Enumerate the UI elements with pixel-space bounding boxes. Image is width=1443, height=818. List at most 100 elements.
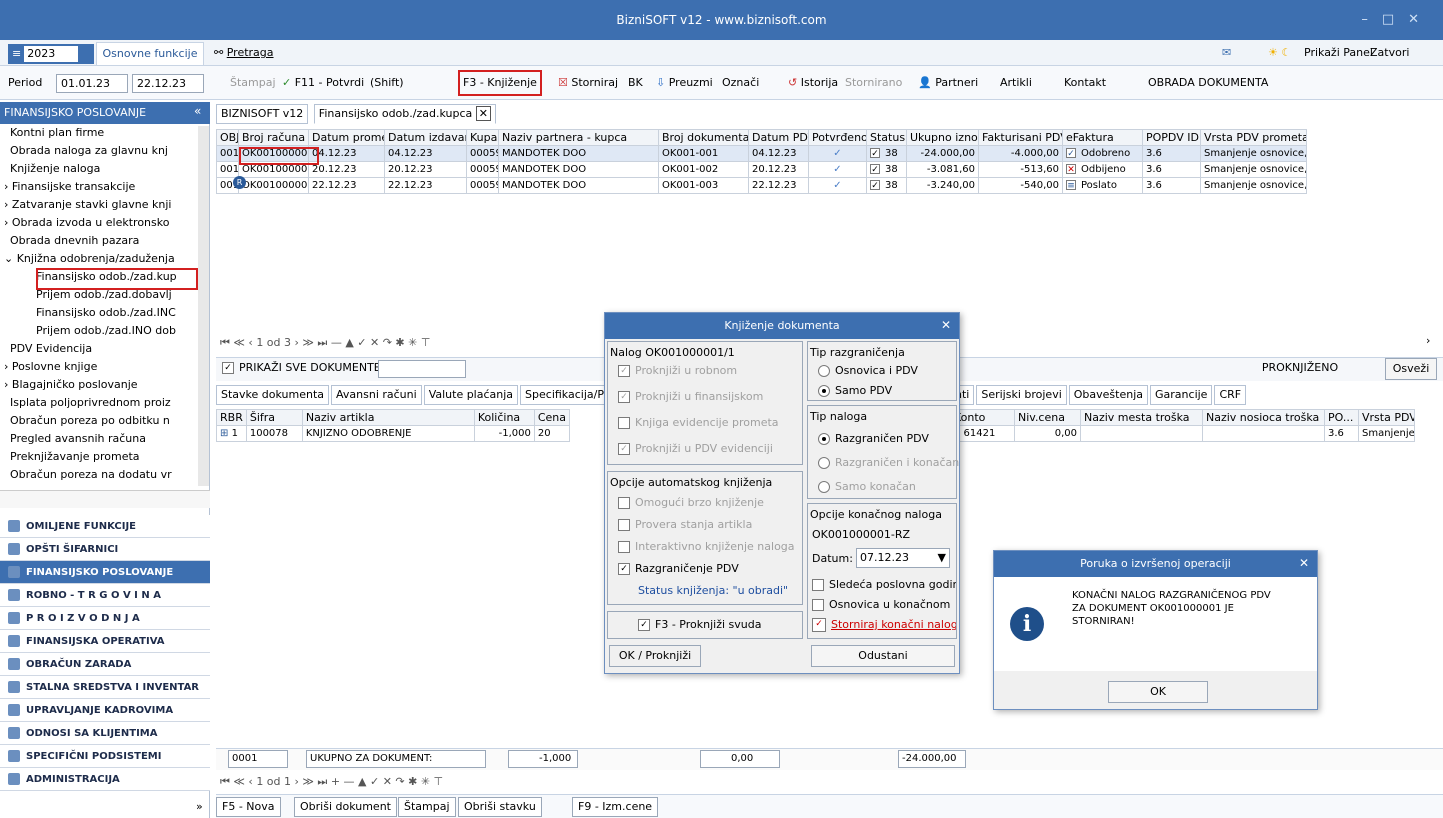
scroll-right-icon[interactable]: › — [1426, 334, 1430, 347]
post-pdv-checkbox[interactable]: ✓ Proknjiži u PDV evidenciji — [618, 440, 773, 458]
column-header[interactable]: RBR — [216, 409, 247, 426]
search-menu[interactable]: ⚯ Pretraga — [214, 40, 274, 66]
show-all-checkbox[interactable]: ✓ PRIKAŽI SVE DOKUMENTE — [222, 361, 381, 374]
tree-scrollbar[interactable] — [198, 126, 209, 486]
tree-item[interactable]: Preknjižavanje prometa — [0, 448, 198, 466]
tree-item[interactable]: Pregled avansnih računa — [0, 430, 198, 448]
column-header[interactable]: Niv.cena — [1014, 409, 1081, 426]
tab-currencies[interactable]: Valute plaćanja — [423, 385, 519, 405]
column-header[interactable]: Datum PDV — [748, 129, 809, 146]
new-button[interactable]: F5 - Nova — [216, 797, 281, 817]
fetch-button[interactable]: ⇩ Preuzmi — [656, 66, 713, 100]
tab-warranties[interactable]: Garancije — [1150, 385, 1213, 405]
table-row[interactable]: 001OK00100000322.12.2322.12.2300059MANDO… — [216, 177, 1307, 194]
cancel-dialog-button[interactable]: Odustani — [811, 645, 955, 667]
column-header[interactable]: Datum izdavanja — [384, 129, 467, 146]
radio-base-pdv[interactable]: Osnovica i PDV — [818, 362, 918, 380]
column-header[interactable]: Broj računa — [238, 129, 309, 146]
tab-advances[interactable]: Avansni računi — [331, 385, 422, 405]
module-button[interactable]: ODNOSI SA KLIJENTIMA — [0, 722, 210, 745]
close-tab-icon[interactable]: ✕ — [475, 106, 491, 121]
tree-item[interactable]: Prijem odob./zad.INO dob — [0, 322, 198, 340]
column-header[interactable]: Status — [866, 129, 907, 146]
dialog-close-icon[interactable]: ✕ — [941, 318, 951, 332]
grid-navigator[interactable]: ⏮ ≪ ‹ 1 od 3 › ≫ ⏭ — ▲ ✓ ✕ ↷ ✱ ✳ ⊤ — [220, 334, 430, 352]
pdv-deferral-checkbox[interactable]: ✓ Razgraničenje PDV — [618, 560, 739, 578]
tree-item[interactable]: Obrada dnevnih pazara — [0, 232, 198, 250]
tree-item[interactable]: › Blagajničko poslovanje — [0, 376, 198, 394]
column-header[interactable]: Vrsta PDV prometa — [1200, 129, 1307, 146]
column-header[interactable]: Datum prometa — [308, 129, 385, 146]
post-robno-checkbox[interactable]: ✓ Proknjiži u robnom — [618, 362, 737, 380]
base-in-final-checkbox[interactable]: Osnovica u konačnom — [812, 596, 950, 614]
column-header[interactable]: Vrsta PDV — [1358, 409, 1415, 426]
tree-item[interactable]: › Finansijske transakcije — [0, 178, 198, 196]
tree-item[interactable]: Obračun poreza po odbitku n — [0, 412, 198, 430]
column-header[interactable]: Količina — [473, 409, 535, 426]
partners-button[interactable]: 👤 Partneri — [918, 66, 978, 100]
refresh-button[interactable]: Osveži — [1385, 358, 1437, 380]
module-button[interactable]: SPECIFIČNI PODSISTEMI — [0, 745, 210, 768]
final-date-input[interactable]: 07.12.23 ▼ — [856, 548, 950, 568]
column-header[interactable]: Naziv artikla — [301, 409, 475, 426]
print-bottom-button[interactable]: Štampaj — [398, 797, 456, 817]
column-header[interactable]: Ukupno iznos — [906, 129, 979, 146]
column-header[interactable]: eFaktura — [1062, 129, 1143, 146]
tree-item[interactable]: › Poslovne knjige — [0, 358, 198, 376]
radio-final-only[interactable]: Samo konačan — [818, 478, 916, 496]
message-close-icon[interactable]: ✕ — [1299, 556, 1309, 570]
tree-item[interactable]: Obračun poreza na dodatu vr — [0, 466, 198, 484]
print-button[interactable]: Štampaj — [230, 66, 276, 100]
column-header[interactable]: Potvrđeno — [808, 129, 867, 146]
interactive-checkbox[interactable]: Interaktivno knjiženje naloga — [618, 538, 795, 556]
tree-item[interactable]: ⌄ Knjižna odobrenja/zaduženja — [0, 250, 198, 268]
year-selector[interactable]: ≡ 2023 — [8, 44, 94, 64]
confirm-button[interactable]: ✓ F11 - Potvrdi — [282, 66, 364, 100]
mark-button[interactable]: Označi — [722, 66, 759, 100]
column-header[interactable]: OBJ — [216, 129, 239, 146]
tab-items[interactable]: Stavke dokumenta — [216, 385, 330, 405]
cancel-button[interactable]: ☒ Storniraj — [558, 66, 618, 100]
table-row[interactable]: 001OK00100000104.12.2304.12.2300059MANDO… — [216, 145, 1307, 162]
column-header[interactable]: PO... — [1324, 409, 1359, 426]
cancelled-button[interactable]: Stornirano — [845, 66, 902, 100]
items-navigator[interactable]: ⏮ ≪ ‹ 1 od 1 › ≫ ⏭ + — ▲ ✓ ✕ ↷ ✱ ✳ ⊤ — [220, 773, 443, 791]
tree-hscrollbar[interactable] — [0, 490, 210, 508]
module-button[interactable]: OBRAČUN ZARADA — [0, 653, 210, 676]
tab-crf[interactable]: CRF — [1214, 385, 1247, 405]
module-button[interactable]: OPŠTI ŠIFARNICI — [0, 538, 210, 561]
filter-search-input[interactable] — [378, 360, 466, 378]
module-button[interactable]: ROBNO - T R G O V I N A — [0, 584, 210, 607]
tab-biznisoft[interactable]: BIZNISOFT v12 — [216, 104, 309, 124]
column-header[interactable]: Naziv nosioca troška — [1202, 409, 1325, 426]
tab-basic-functions[interactable]: Osnovne funkcije — [96, 42, 204, 66]
tree-item[interactable]: Kontni plan firme — [0, 124, 198, 142]
radio-deferred-pdv[interactable]: Razgraničen PDV — [818, 430, 929, 448]
processing-dropdown[interactable]: OBRADA DOKUMENTA — [1148, 66, 1268, 100]
theme-icon[interactable]: ☀ ☾ — [1268, 40, 1291, 66]
column-header[interactable]: Šifra — [245, 409, 303, 426]
next-year-checkbox[interactable]: Sledeća poslovna godina — [812, 576, 956, 594]
quick-post-checkbox[interactable]: Omogući brzo knjiženje — [618, 494, 764, 512]
module-button[interactable]: FINANSIJSKA OPERATIVA — [0, 630, 210, 653]
module-button[interactable]: FINANSIJSKO POSLOVANJE — [0, 561, 210, 584]
post-fin-checkbox[interactable]: ✓ Proknjiži u finansijskom — [618, 388, 763, 406]
date-from-input[interactable]: 01.01.23 — [56, 74, 128, 93]
tree-item[interactable]: Finansijsko odob./zad.INC — [0, 304, 198, 322]
articles-button[interactable]: Artikli — [1000, 66, 1032, 100]
stock-check-checkbox[interactable]: Provera stanja artikla — [618, 516, 752, 534]
tab-serials[interactable]: Serijski brojevi — [976, 385, 1067, 405]
tree-item[interactable]: › Obrada izvoda u elektronsko — [0, 214, 198, 232]
table-row[interactable]: ⊞ 1 100078 KNJIZNO ODOBRENJE -1,000 20 — [216, 425, 571, 442]
table-row[interactable]: 001OK00100000220.12.2320.12.2300059MANDO… — [216, 161, 1307, 178]
tab-customer-credit[interactable]: Finansijsko odob./zad.kupca ✕ — [313, 104, 496, 124]
column-header[interactable]: Broj dokumenta — [658, 129, 749, 146]
ok-post-button[interactable]: OK / Proknjiži — [609, 645, 701, 667]
message-ok-button[interactable]: OK — [1108, 681, 1208, 703]
tree-item[interactable]: Obrada naloga za glavnu knj — [0, 142, 198, 160]
radio-deferred-final[interactable]: Razgraničen i konačan — [818, 454, 959, 472]
book-traffic-checkbox[interactable]: Knjiga evidencije prometa — [618, 414, 779, 432]
tree-item[interactable]: Knjiženje naloga — [0, 160, 198, 178]
tab-notices[interactable]: Obaveštenja — [1068, 385, 1149, 405]
bk-button[interactable]: BK — [628, 66, 643, 100]
